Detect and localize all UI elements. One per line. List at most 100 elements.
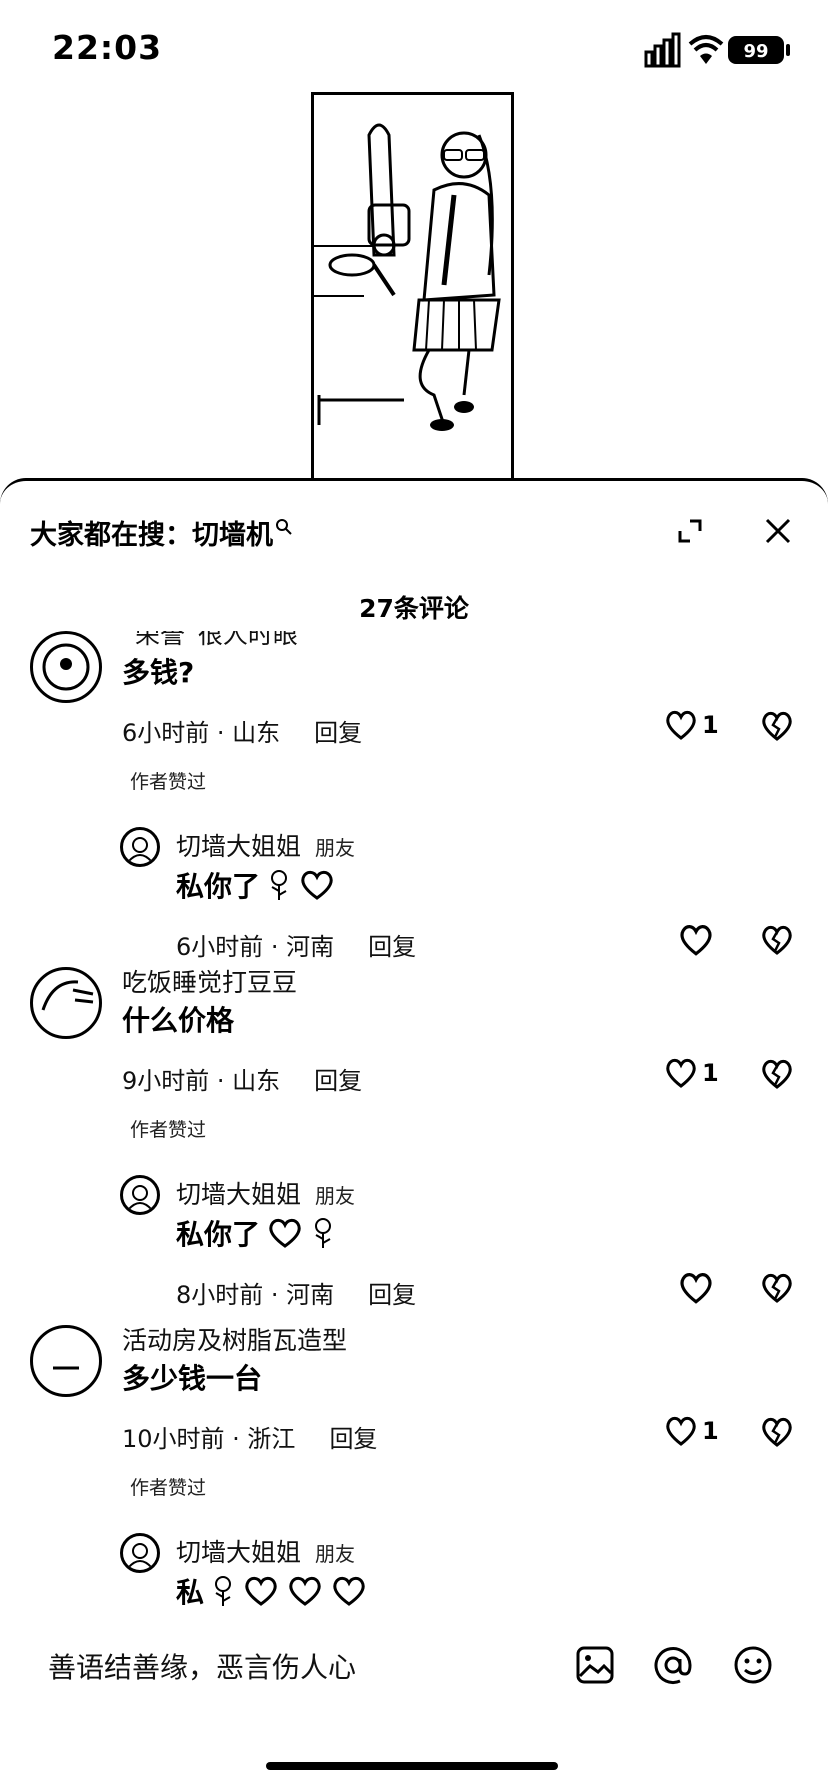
video-preview[interactable] xyxy=(0,90,828,492)
comment-input[interactable]: 善语结善缘，恶言伤人心 xyxy=(48,1646,356,1686)
comment-text: 多钱? xyxy=(122,651,194,691)
image-icon[interactable] xyxy=(574,1644,616,1686)
at-icon[interactable] xyxy=(652,1644,694,1686)
comment-text-content: 多钱? xyxy=(122,656,195,689)
broken-heart-icon[interactable] xyxy=(760,1057,794,1091)
comment-username[interactable]: “荣誉”很人时眼 xyxy=(122,631,298,651)
rose-emoji-icon xyxy=(315,1218,332,1248)
reply-button[interactable]: 回复 xyxy=(368,933,416,961)
reply-text: 私 xyxy=(176,1571,368,1611)
avatar[interactable] xyxy=(30,967,102,1039)
rose-emoji-icon xyxy=(271,870,288,900)
comment-username[interactable]: 活动房及树脂瓦造型 xyxy=(122,1321,347,1357)
reply-meta: 6小时前 · 河南 回复 xyxy=(176,927,416,962)
comment-count: 27条评论 xyxy=(359,594,469,623)
heart-icon xyxy=(666,1058,696,1088)
reply-username-row: 切墙大姐姐 朋友 xyxy=(176,827,355,863)
heart-emoji-icon xyxy=(269,1218,301,1248)
close-icon[interactable] xyxy=(762,515,794,547)
heart-emoji-icon xyxy=(245,1576,277,1606)
reply-avatar[interactable] xyxy=(120,1533,160,1573)
comment-text-content: 多少钱一台 xyxy=(122,1362,263,1395)
reply-text: 私你了 xyxy=(176,1213,336,1253)
comment-time: 6小时前 · 山东 xyxy=(122,719,281,747)
like-count: 1 xyxy=(702,711,719,739)
reply-avatar[interactable] xyxy=(120,827,160,867)
like-button[interactable]: 1 xyxy=(664,1057,719,1089)
friend-tag: 朋友 xyxy=(315,836,356,860)
search-suggestion[interactable]: 大家都在搜： 切墙机 xyxy=(30,513,293,552)
like-button[interactable]: 1 xyxy=(664,709,719,741)
like-button[interactable]: 1 xyxy=(664,1415,719,1447)
like-count: 1 xyxy=(702,1417,719,1445)
heart-emoji-icon xyxy=(333,1576,365,1606)
heart-icon xyxy=(666,1416,696,1446)
expand-icon[interactable] xyxy=(676,517,704,545)
reply-button[interactable]: 回复 xyxy=(314,719,362,747)
friend-tag: 朋友 xyxy=(315,1184,356,1208)
comment-username[interactable]: 吃饭睡觉打豆豆 xyxy=(122,963,297,999)
reply-button[interactable]: 回复 xyxy=(329,1425,377,1453)
comment-input-bar[interactable]: 善语结善缘，恶言伤人心 xyxy=(0,1620,828,1720)
heart-icon xyxy=(666,710,696,740)
comment-time: 10小时前 · 浙江 xyxy=(122,1425,296,1453)
heart-icon[interactable] xyxy=(678,1271,714,1305)
reply-time: 6小时前 · 河南 xyxy=(176,933,335,961)
broken-heart-icon[interactable] xyxy=(760,923,794,957)
battery-icon: 99 xyxy=(728,36,790,64)
avatar-image xyxy=(53,1366,79,1370)
avatar-image xyxy=(127,1185,153,1211)
reply-button[interactable]: 回复 xyxy=(314,1067,362,1095)
reply-meta: 8小时前 · 河南 回复 xyxy=(176,1275,416,1310)
comment-meta: 6小时前 · 山东 回复 xyxy=(122,713,362,748)
search-prefix: 大家都在搜： xyxy=(30,520,192,551)
comment-time: 9小时前 · 山东 xyxy=(122,1067,281,1095)
author-liked-badge: 作者赞过 xyxy=(130,771,207,793)
comment-text-content: 什么价格 xyxy=(122,1004,235,1037)
heart-emoji-icon xyxy=(289,1576,321,1606)
sheet-header: 大家都在搜： 切墙机 xyxy=(0,481,828,561)
comment-list[interactable]: “荣誉”很人时眼 多钱? 6小时前 · 山东 回复 1 作者赞过 切墙大姐姐 朋友 … xyxy=(0,631,828,1641)
home-indicator[interactable] xyxy=(266,1762,558,1770)
avatar-image xyxy=(127,837,153,863)
search-term: 切墙机 xyxy=(192,520,273,551)
avatar[interactable] xyxy=(30,1325,102,1397)
reply-username[interactable]: 切墙大姐姐 xyxy=(176,1538,301,1567)
status-time: 22:03 xyxy=(52,28,163,67)
avatar-image xyxy=(41,980,94,1011)
reply-username[interactable]: 切墙大姐姐 xyxy=(176,1180,301,1209)
reply-text-content: 私你了 xyxy=(176,870,261,903)
friend-tag: 朋友 xyxy=(315,1542,356,1566)
reply-username-row: 切墙大姐姐 朋友 xyxy=(176,1533,355,1569)
search-icon xyxy=(276,518,292,535)
avatar[interactable] xyxy=(30,631,102,703)
reply-button[interactable]: 回复 xyxy=(368,1281,416,1309)
video-thumbnail[interactable] xyxy=(311,92,514,492)
signal-icon xyxy=(644,32,681,68)
reply-avatar[interactable] xyxy=(120,1175,160,1215)
reply-text: 私你了 xyxy=(176,865,336,905)
reply-time: 8小时前 · 河南 xyxy=(176,1281,335,1309)
battery-level: 99 xyxy=(743,41,768,62)
wifi-icon xyxy=(688,35,724,64)
comment-meta: 9小时前 · 山东 回复 xyxy=(122,1061,362,1096)
author-liked-badge: 作者赞过 xyxy=(130,1119,207,1141)
broken-heart-icon[interactable] xyxy=(760,1271,794,1305)
author-liked-badge: 作者赞过 xyxy=(130,1477,207,1499)
like-count: 1 xyxy=(702,1059,719,1087)
emoji-icon[interactable] xyxy=(732,1644,774,1686)
broken-heart-icon[interactable] xyxy=(760,1415,794,1449)
avatar-image xyxy=(42,643,90,691)
reply-username[interactable]: 切墙大姐姐 xyxy=(176,832,301,861)
avatar-image xyxy=(127,1543,153,1569)
rose-emoji-icon xyxy=(215,1576,232,1606)
broken-heart-icon[interactable] xyxy=(760,709,794,743)
comment-sheet: 大家都在搜： 切墙机 27条评论 “荣誉”很人时眼 多钱? 6小时前 · 山东 … xyxy=(0,478,828,1792)
heart-icon[interactable] xyxy=(678,923,714,957)
status-icons: 99 xyxy=(644,32,790,68)
status-bar: 22:03 99 xyxy=(0,0,828,100)
comment-text: 多少钱一台 xyxy=(122,1357,262,1397)
comment-meta: 10小时前 · 浙江 回复 xyxy=(122,1419,377,1454)
heart-emoji-icon xyxy=(301,870,333,900)
reply-text-content: 私 xyxy=(176,1576,205,1609)
